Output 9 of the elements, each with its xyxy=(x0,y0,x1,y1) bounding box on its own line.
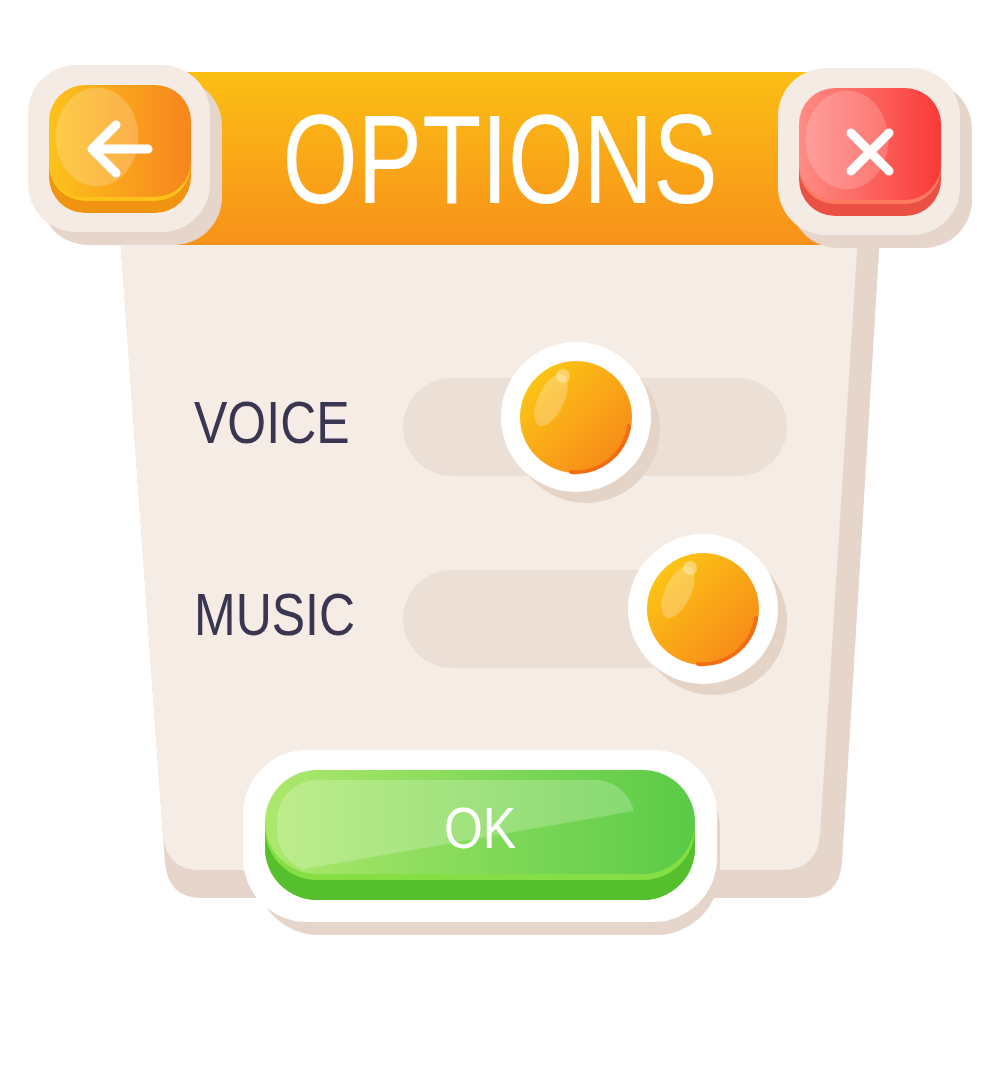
close-button[interactable] xyxy=(778,68,972,248)
setting-label: MUSIC xyxy=(194,585,357,645)
dialog-title: OPTIONS xyxy=(282,95,718,222)
slider-thumb[interactable] xyxy=(627,534,788,696)
back-arrow-icon xyxy=(86,120,154,178)
close-icon xyxy=(845,127,895,177)
back-button[interactable] xyxy=(28,65,222,245)
setting-label: VOICE xyxy=(194,393,351,453)
slider-thumb[interactable] xyxy=(500,342,661,504)
